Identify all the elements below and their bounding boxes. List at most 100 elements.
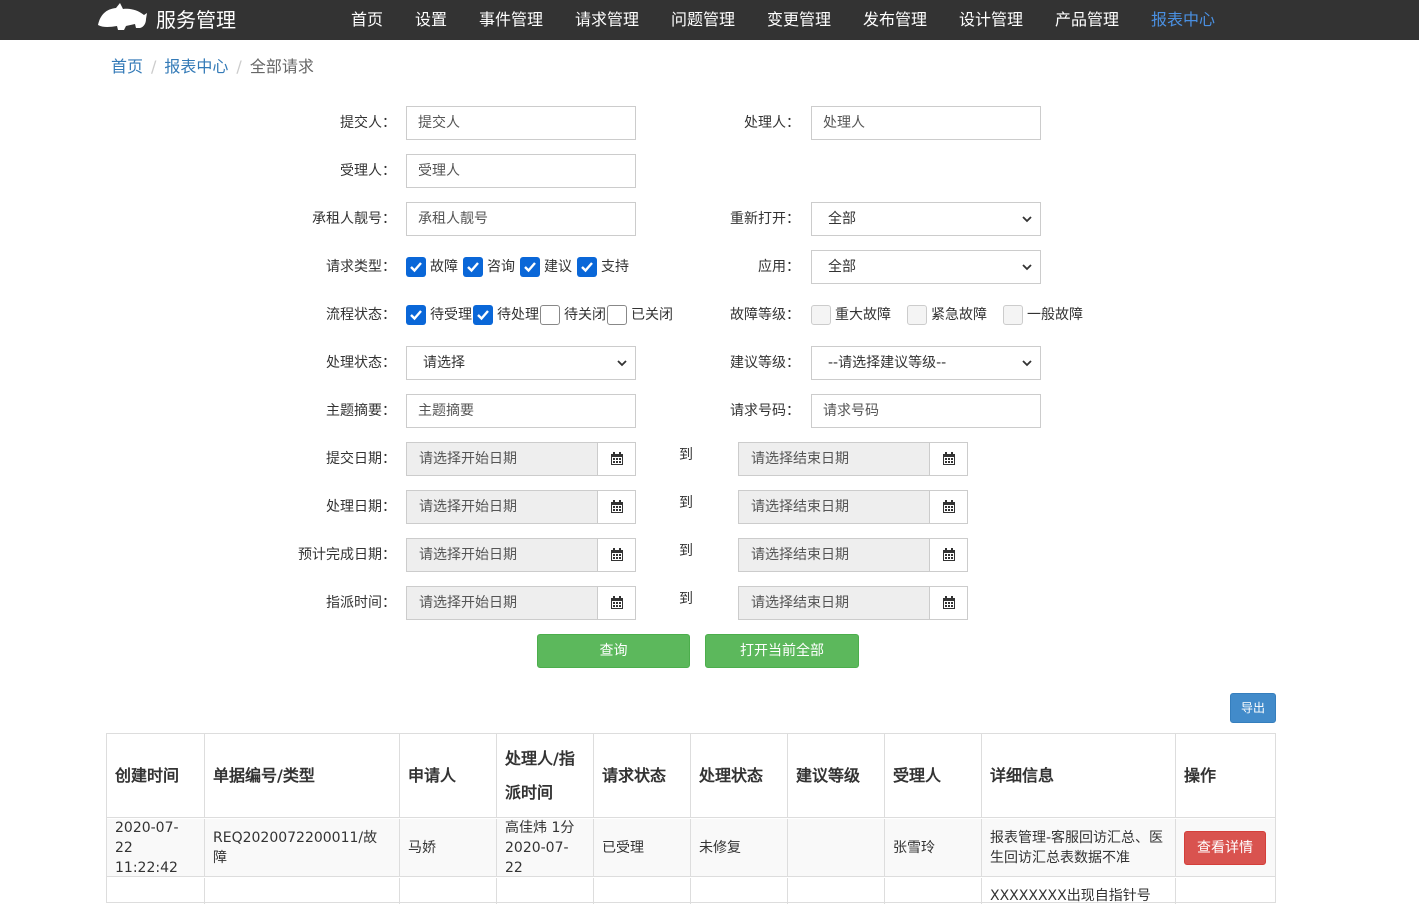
cell-process-status: 未修复 bbox=[691, 819, 788, 877]
expected-date-end-input[interactable]: 请选择结束日期 bbox=[739, 539, 929, 571]
assign-time-end-input[interactable]: 请选择结束日期 bbox=[739, 587, 929, 619]
flow-status-checkbox-label[interactable]: 待处理 bbox=[497, 305, 539, 325]
process-date-start-input[interactable]: 请选择开始日期 bbox=[407, 491, 597, 523]
expected-date-end-picker[interactable]: 请选择结束日期 bbox=[738, 538, 968, 572]
nav-item-change[interactable]: 变更管理 bbox=[767, 0, 831, 40]
fault-level-checkbox-2[interactable] bbox=[1003, 305, 1023, 325]
export-button[interactable]: 导出 bbox=[1230, 693, 1276, 723]
process-date-to-label: 到 bbox=[679, 495, 693, 511]
fault-level-checkbox-label[interactable]: 重大故障 bbox=[835, 305, 891, 325]
flow-status-checkbox-label[interactable]: 已关闭 bbox=[631, 305, 673, 325]
cell-process-status bbox=[691, 878, 788, 904]
assign-time-start-picker[interactable]: 请选择开始日期 bbox=[406, 586, 636, 620]
nav-item-incident[interactable]: 事件管理 bbox=[479, 0, 543, 40]
nav-item-home[interactable]: 首页 bbox=[351, 0, 383, 40]
calendar-icon[interactable] bbox=[929, 443, 967, 475]
acceptor-label: 受理人： bbox=[340, 163, 396, 179]
suggestion-level-select[interactable]: --请选择建议等级-- bbox=[811, 346, 1041, 380]
query-button[interactable]: 查询 bbox=[537, 634, 690, 668]
breadcrumb-home[interactable]: 首页 bbox=[111, 57, 143, 76]
fault-level-checkbox-label[interactable]: 一般故障 bbox=[1027, 305, 1083, 325]
submitter-input[interactable] bbox=[406, 106, 636, 140]
subject-input[interactable] bbox=[406, 394, 636, 428]
open-all-button[interactable]: 打开当前全部 bbox=[705, 634, 859, 668]
process-status-label: 处理状态： bbox=[326, 355, 396, 371]
nav-item-design[interactable]: 设计管理 bbox=[959, 0, 1023, 40]
fault-level-checkbox-label[interactable]: 紧急故障 bbox=[931, 305, 987, 325]
reopen-select[interactable]: 全部 bbox=[811, 202, 1041, 236]
column-header[interactable]: 处理状态 bbox=[691, 734, 788, 818]
breadcrumb-current: 全部请求 bbox=[249, 57, 314, 76]
cell-number-type: REQ2020072200011/故障 bbox=[205, 819, 400, 877]
column-header[interactable]: 详细信息 bbox=[982, 734, 1176, 818]
calendar-icon[interactable] bbox=[929, 491, 967, 523]
column-header[interactable]: 单据编号/类型 bbox=[205, 734, 400, 818]
request-type-checkbox-1[interactable] bbox=[463, 257, 483, 277]
flow-status-checkbox-label[interactable]: 待受理 bbox=[430, 305, 472, 325]
submit-date-end-picker[interactable]: 请选择结束日期 bbox=[738, 442, 968, 476]
submit-date-label: 提交日期： bbox=[326, 451, 396, 467]
nav-item-settings[interactable]: 设置 bbox=[415, 0, 447, 40]
process-date-start-picker[interactable]: 请选择开始日期 bbox=[406, 490, 636, 524]
request-type-checkbox-0[interactable] bbox=[406, 257, 426, 277]
request-type-checkbox-label[interactable]: 咨询 bbox=[487, 257, 515, 277]
assign-date: 2020-07-22 bbox=[505, 840, 569, 876]
process-date-end-input[interactable]: 请选择结束日期 bbox=[739, 491, 929, 523]
cell-created bbox=[107, 878, 205, 904]
cell-number-type bbox=[205, 878, 400, 904]
nav-item-product[interactable]: 产品管理 bbox=[1055, 0, 1119, 40]
assign-time-end-picker[interactable]: 请选择结束日期 bbox=[738, 586, 968, 620]
request-type-checkbox-2[interactable] bbox=[520, 257, 540, 277]
fault-level-checkbox-0[interactable] bbox=[811, 305, 831, 325]
column-header[interactable]: 请求状态 bbox=[594, 734, 691, 818]
flow-status-checkbox-1[interactable] bbox=[473, 305, 493, 325]
request-no-input[interactable] bbox=[811, 394, 1041, 428]
fault-level-checkbox-1[interactable] bbox=[907, 305, 927, 325]
column-header[interactable]: 操作 bbox=[1176, 734, 1275, 818]
tenant-label: 承租人靓号： bbox=[312, 211, 396, 227]
calendar-icon[interactable] bbox=[929, 539, 967, 571]
flow-status-checkbox-label[interactable]: 待关闭 bbox=[564, 305, 606, 325]
flow-status-checkbox-2[interactable] bbox=[540, 305, 560, 325]
request-type-checkbox-label[interactable]: 故障 bbox=[430, 257, 458, 277]
tenant-input[interactable] bbox=[406, 202, 636, 236]
submit-date-start-picker[interactable]: 请选择开始日期 bbox=[406, 442, 636, 476]
nav-item-problem[interactable]: 问题管理 bbox=[671, 0, 735, 40]
request-type-checkbox-label[interactable]: 支持 bbox=[601, 257, 629, 277]
expected-date-start-picker[interactable]: 请选择开始日期 bbox=[406, 538, 636, 572]
request-type-checkbox-label[interactable]: 建议 bbox=[544, 257, 572, 277]
column-header[interactable]: 受理人 bbox=[885, 734, 982, 818]
chevron-down-icon bbox=[1022, 264, 1032, 271]
column-header[interactable]: 建议等级 bbox=[788, 734, 885, 818]
nav-item-reports[interactable]: 报表中心 bbox=[1151, 0, 1215, 40]
breadcrumb-section[interactable]: 报表中心 bbox=[164, 57, 228, 76]
calendar-icon[interactable] bbox=[597, 587, 635, 619]
handler-input[interactable] bbox=[811, 106, 1041, 140]
cell-created: 2020-07-22 11:22:42 bbox=[107, 819, 205, 877]
submit-date-end-input[interactable]: 请选择结束日期 bbox=[739, 443, 929, 475]
expected-date-start-input[interactable]: 请选择开始日期 bbox=[407, 539, 597, 571]
calendar-icon[interactable] bbox=[929, 587, 967, 619]
nav-item-request[interactable]: 请求管理 bbox=[575, 0, 639, 40]
calendar-icon[interactable] bbox=[597, 539, 635, 571]
nav-item-release[interactable]: 发布管理 bbox=[863, 0, 927, 40]
application-select[interactable]: 全部 bbox=[811, 250, 1041, 284]
calendar-icon[interactable] bbox=[597, 491, 635, 523]
assign-time-start-input[interactable]: 请选择开始日期 bbox=[407, 587, 597, 619]
process-status-select[interactable]: 请选择 bbox=[406, 346, 636, 380]
process-date-end-picker[interactable]: 请选择结束日期 bbox=[738, 490, 968, 524]
column-header[interactable]: 处理人/指派时间 bbox=[497, 734, 594, 818]
calendar-icon[interactable] bbox=[597, 443, 635, 475]
logo[interactable]: 服务管理 bbox=[96, 0, 236, 36]
acceptor-input[interactable] bbox=[406, 154, 636, 188]
flow-status-checkbox-0[interactable] bbox=[406, 305, 426, 325]
cell-applicant bbox=[400, 878, 497, 904]
request-type-checkbox-3[interactable] bbox=[577, 257, 597, 277]
submit-date-start-input[interactable]: 请选择开始日期 bbox=[407, 443, 597, 475]
column-header[interactable]: 创建时间 bbox=[107, 734, 205, 818]
view-detail-button[interactable]: 查看详情 bbox=[1184, 831, 1266, 865]
column-header[interactable]: 申请人 bbox=[400, 734, 497, 818]
results-table: 创建时间 单据编号/类型 申请人 处理人/指派时间 请求状态 处理状态 建议等级 受理人 详细信… bbox=[106, 733, 1276, 904]
cell-applicant: 马娇 bbox=[400, 819, 497, 877]
flow-status-checkbox-3[interactable] bbox=[607, 305, 627, 325]
